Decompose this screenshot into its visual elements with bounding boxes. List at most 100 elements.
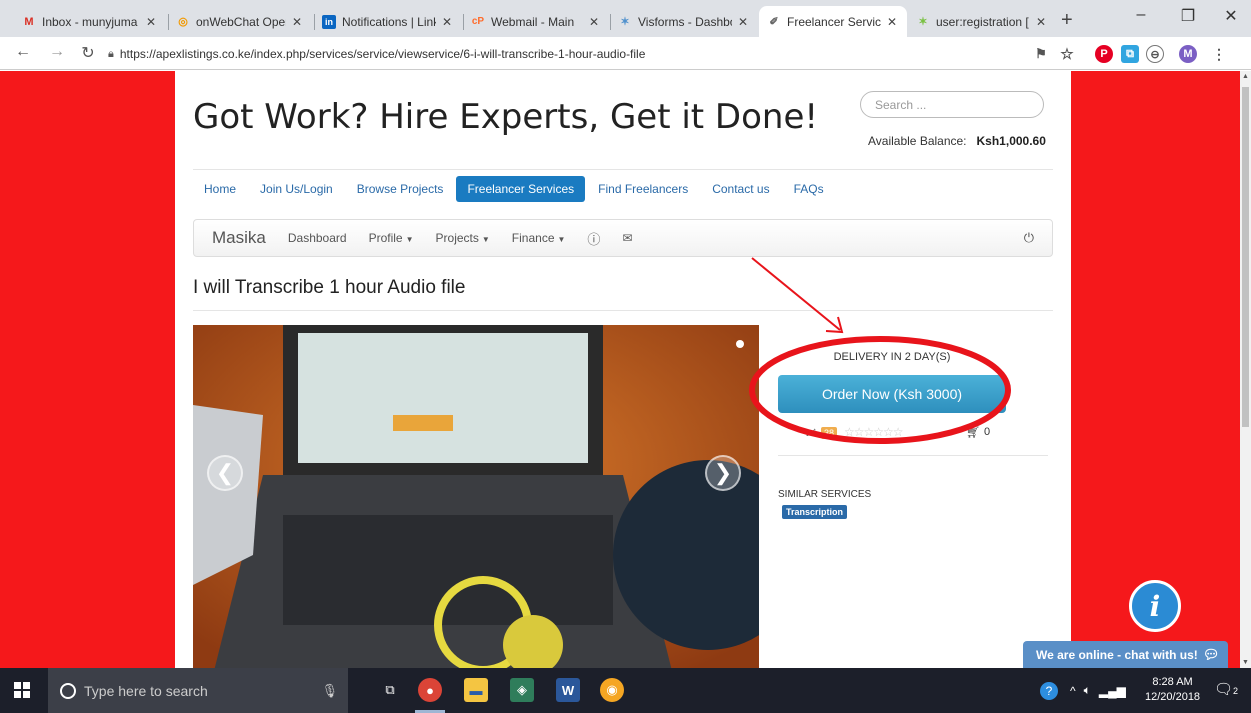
close-icon[interactable]: ✕ <box>290 15 304 29</box>
tab-title: onWebChat Opera <box>196 14 286 29</box>
camera-blocked-icon[interactable]: ⚑ <box>1032 45 1050 63</box>
back-arrow-icon[interactable]: ← <box>13 43 33 61</box>
address-bar[interactable]: 🔒︎ https://apexlistings.co.ke/index.php/… <box>108 41 688 67</box>
envelope-icon[interactable]: ✉ <box>622 231 632 245</box>
nav-browse-projects[interactable]: Browse Projects <box>346 176 455 202</box>
subnav-finance[interactable]: Finance ▼ <box>512 231 566 245</box>
url-text: https://apexlistings.co.ke/index.php/ser… <box>119 47 646 61</box>
microphone-icon[interactable]: 🎙︎ <box>321 683 338 699</box>
subnav-profile[interactable]: Profile ▼ <box>369 231 414 245</box>
similar-service-tag[interactable]: Transcription <box>782 505 848 519</box>
site-title: Got Work? Hire Experts, Get it Done! <box>193 97 819 137</box>
main-nav: Home Join Us/Login Browse Projects Freel… <box>193 176 837 202</box>
menu-kebab-icon[interactable]: ⋮ <box>1210 45 1228 63</box>
forward-arrow-icon[interactable]: → <box>47 43 67 61</box>
action-center-icon[interactable]: 🗨︎2 <box>1214 680 1238 698</box>
like-count-badge: 38 <box>821 427 838 439</box>
chat-info-icon[interactable]: i <box>1129 580 1181 632</box>
user-subnav: Masika Dashboard Profile ▼ Projects ▼ Fina… <box>193 219 1053 257</box>
browser-tab-webmail[interactable]: cP Webmail - Main ✕ <box>463 6 609 37</box>
nav-freelancer-services[interactable]: Freelancer Services <box>456 176 586 202</box>
service-image-carousel[interactable]: ❮ ❯ <box>193 325 759 668</box>
nav-faqs[interactable]: FAQs <box>783 176 835 202</box>
chat-bubble-icon: 💬︎ <box>1202 647 1220 662</box>
divider <box>193 310 1053 311</box>
balance-label: Available Balance: <box>868 134 967 148</box>
word-icon[interactable]: W <box>556 678 580 702</box>
browser-tab-onwebchat[interactable]: ◎ onWebChat Opera ✕ <box>168 6 312 37</box>
chat-widget-bar[interactable]: We are online - chat with us! 💬︎ <box>1023 641 1228 669</box>
joomla-icon: ✶ <box>918 16 928 28</box>
nav-contact-us[interactable]: Contact us <box>701 176 780 202</box>
thumbs-up-icon[interactable]: 👍︎ <box>806 427 818 440</box>
close-icon[interactable]: ✕ <box>144 15 158 29</box>
carousel-prev-button[interactable]: ❮ <box>207 455 243 491</box>
user-brand[interactable]: Masika <box>212 228 266 248</box>
carousel-indicator[interactable] <box>736 340 744 348</box>
signal-icon[interactable]: ▂▄▆ <box>1099 684 1126 698</box>
minimize-icon[interactable]: – <box>1126 6 1156 24</box>
restore-icon[interactable]: ❐ <box>1173 6 1203 26</box>
subnav-projects[interactable]: Projects ▼ <box>436 231 490 245</box>
browser-tab-registration[interactable]: ✶ user:registration [ ✕ <box>908 6 1056 37</box>
system-tray: ? ^ 🔈︎ ▂▄▆ <box>1040 668 1126 713</box>
browser-tabstrip: M Inbox - munyjuma ✕ ◎ onWebChat Opera ✕… <box>0 0 1251 37</box>
subnav-profile-label: Profile <box>368 231 403 245</box>
clock-date: 12/20/2018 <box>1145 691 1201 703</box>
windows-taskbar: Type here to search 🎙︎ ⧉ ● ▬ ◈ W ◉ ? ^ 🔈… <box>0 668 1251 713</box>
caret-down-icon: ▼ <box>557 235 566 244</box>
browser-tab-freelancer-active[interactable]: ✐ Freelancer Service ✕ <box>759 6 907 37</box>
order-now-button[interactable]: Order Now (Ksh 3000) <box>778 375 1006 413</box>
chat-icon: ◎ <box>178 16 188 28</box>
nav-join-login[interactable]: Join Us/Login <box>249 176 344 202</box>
help-icon[interactable]: ? <box>1040 681 1058 700</box>
extension-icon[interactable]: ⧉ <box>1121 45 1139 63</box>
nav-home[interactable]: Home <box>193 176 247 202</box>
rating-stars: ☆☆☆☆☆☆ <box>844 425 904 439</box>
close-icon[interactable]: ✕ <box>440 15 454 29</box>
close-icon[interactable]: ✕ <box>1034 15 1048 29</box>
page-scrollbar[interactable]: ▲ ▼ <box>1240 71 1251 668</box>
browser-tab-linkedin[interactable]: in Notifications | Link ✕ <box>314 6 462 37</box>
window-close-icon[interactable]: ✕ <box>1216 6 1246 26</box>
nav-find-freelancers[interactable]: Find Freelancers <box>587 176 699 202</box>
scroll-down-icon[interactable]: ▼ <box>1240 659 1251 666</box>
close-icon[interactable]: ✕ <box>736 15 750 29</box>
lock-icon: 🔒︎ <box>108 47 114 60</box>
browser-app-icon[interactable]: ◉ <box>600 678 624 702</box>
avatar[interactable]: M <box>1179 45 1197 63</box>
new-tab-button[interactable]: + <box>1061 9 1073 32</box>
taskbar-search-input[interactable]: Type here to search 🎙︎ <box>48 668 348 713</box>
taskbar-clock[interactable]: 8:28 AM 12/20/2018 <box>1145 675 1200 705</box>
tab-title: user:registration [ <box>936 14 1029 29</box>
joomla-icon: ✶ <box>620 16 630 28</box>
search-input[interactable]: Search ... <box>860 91 1044 118</box>
close-icon[interactable]: ✕ <box>885 15 899 29</box>
subnav-dashboard[interactable]: Dashboard <box>288 231 347 245</box>
alert-icon[interactable]: ⓘ <box>587 229 600 248</box>
reload-icon[interactable]: ↻ <box>78 43 98 63</box>
vpn-extension-icon[interactable]: ⊖ <box>1146 45 1164 63</box>
scroll-up-icon[interactable]: ▲ <box>1240 73 1251 80</box>
browser-tab-gmail[interactable]: M Inbox - munyjuma ✕ <box>14 6 166 37</box>
browser-tab-visforms[interactable]: ✶ Visforms - Dashbo ✕ <box>610 6 758 37</box>
bookmark-star-icon[interactable]: ☆ <box>1058 45 1076 63</box>
chevron-up-icon[interactable]: ^ <box>1070 684 1076 698</box>
file-explorer-icon[interactable]: ▬ <box>464 678 488 702</box>
task-view-icon[interactable]: ⧉ <box>378 678 402 702</box>
network-app-icon[interactable]: ◈ <box>510 678 534 702</box>
power-icon[interactable]: ⏻ <box>1024 230 1034 246</box>
tab-title: Webmail - Main <box>491 14 575 29</box>
cart-count: 0 <box>984 426 991 438</box>
delivery-time: DELIVERY IN 2 DAY(S) <box>833 351 951 363</box>
taskbar-search-placeholder: Type here to search <box>84 682 208 699</box>
close-icon[interactable]: ✕ <box>587 15 601 29</box>
pinterest-icon[interactable]: P <box>1095 45 1113 63</box>
cart-icon: 🛒︎ <box>966 427 980 439</box>
speaker-icon[interactable]: 🔈︎ <box>1084 683 1091 698</box>
chrome-icon[interactable]: ● <box>418 678 442 702</box>
windows-start-icon[interactable] <box>14 682 30 698</box>
scrollbar-thumb[interactable] <box>1242 87 1249 427</box>
laptop-photo <box>193 325 759 668</box>
carousel-next-button[interactable]: ❯ <box>705 455 741 491</box>
